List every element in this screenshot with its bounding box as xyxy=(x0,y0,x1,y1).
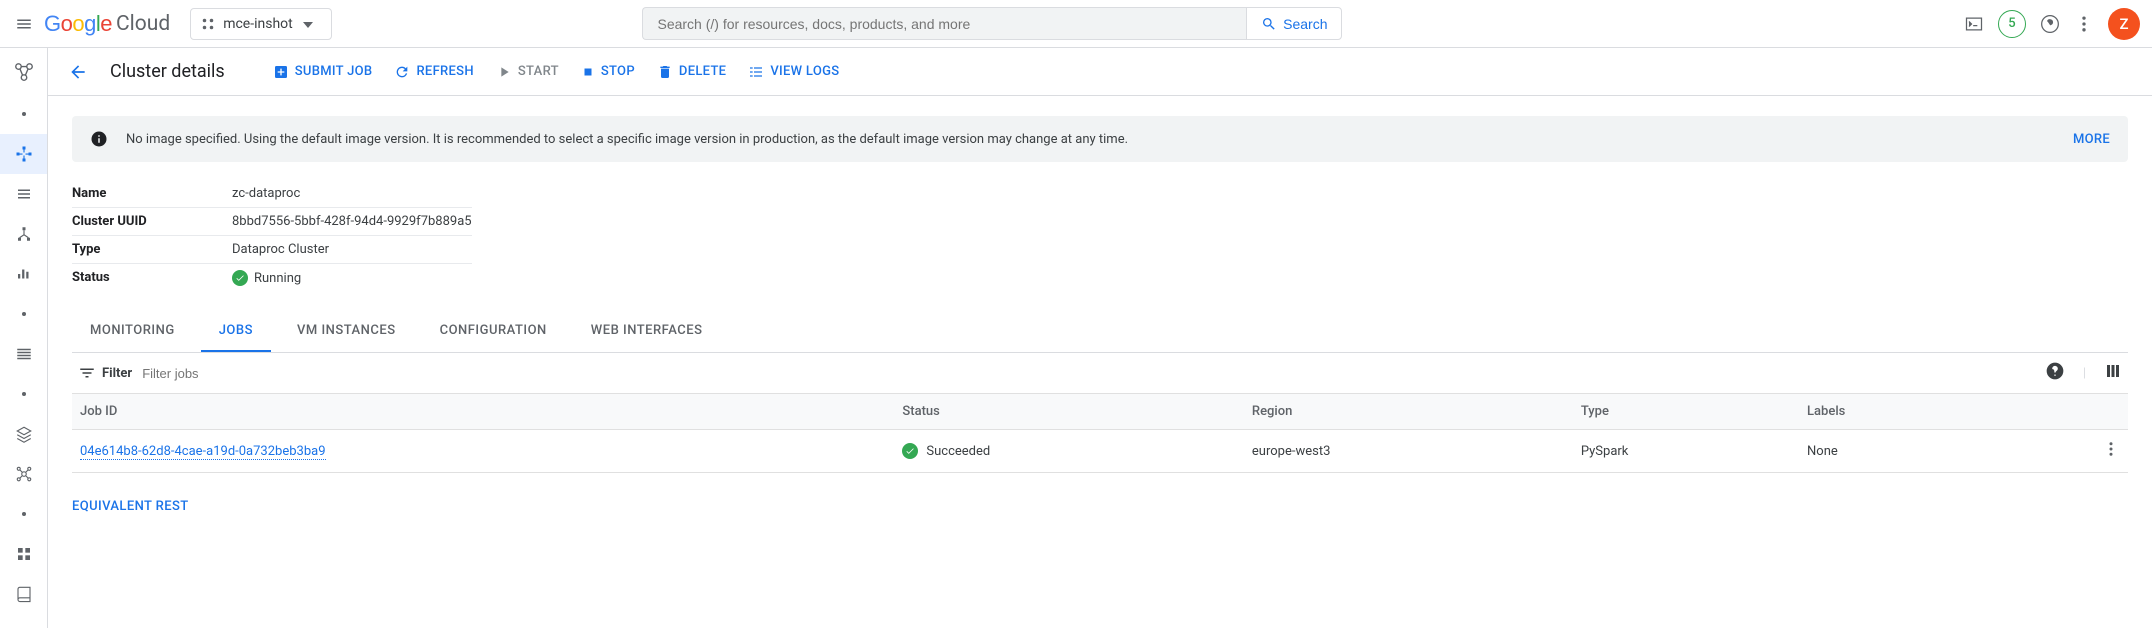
job-type: PySpark xyxy=(1573,430,1799,473)
job-labels: None xyxy=(1799,430,2094,473)
info-icon xyxy=(90,130,108,148)
hamburger-menu-icon[interactable] xyxy=(12,12,36,36)
submit-job-button[interactable]: SUBMIT JOB xyxy=(273,64,373,80)
tab-monitoring[interactable]: MONITORING xyxy=(72,311,193,352)
job-id-link[interactable]: 04e614b8-62d8-4cae-a19d-0a732beb3ba9 xyxy=(80,444,326,460)
th-labels: Labels xyxy=(1799,394,2094,430)
check-circle-icon xyxy=(902,443,918,459)
row-more-icon[interactable] xyxy=(2094,430,2128,473)
cluster-details-table: Name zc-dataproc Cluster UUID 8bbd7556-5… xyxy=(72,180,2128,293)
rail-batches-icon[interactable] xyxy=(0,334,47,374)
delete-button[interactable]: DELETE xyxy=(657,64,726,80)
tab-jobs[interactable]: JOBS xyxy=(201,311,271,352)
list-icon xyxy=(748,64,764,80)
filter-icon xyxy=(78,364,96,382)
rail-divider-2 xyxy=(0,294,47,334)
filter-bar: Filter | xyxy=(72,353,2128,394)
th-status: Status xyxy=(894,394,1244,430)
view-logs-button[interactable]: VIEW LOGS xyxy=(748,64,839,80)
equivalent-rest-link[interactable]: EQUIVALENT REST xyxy=(72,499,2128,514)
detail-name-value: zc-dataproc xyxy=(232,186,300,201)
trial-credits-badge[interactable]: 5 xyxy=(1998,10,2026,38)
delete-icon xyxy=(657,64,673,80)
stop-button[interactable]: STOP xyxy=(581,64,635,79)
job-region: europe-west3 xyxy=(1244,430,1573,473)
stop-icon xyxy=(581,65,595,79)
jobs-table: Job ID Status Region Type Labels 04e614b… xyxy=(72,394,2128,473)
info-banner: No image specified. Using the default im… xyxy=(72,116,2128,162)
detail-name-label: Name xyxy=(72,186,232,201)
th-region: Region xyxy=(1244,394,1573,430)
rail-divider-3 xyxy=(0,374,47,414)
rail-autoscaling-icon[interactable] xyxy=(0,254,47,294)
rail-components-icon[interactable] xyxy=(0,534,47,574)
start-button[interactable]: START xyxy=(496,64,559,80)
rail-divider-4 xyxy=(0,494,47,534)
tab-vm-instances[interactable]: VM INSTANCES xyxy=(279,311,414,352)
banner-more-link[interactable]: MORE xyxy=(2073,132,2110,147)
chevron-down-icon xyxy=(303,16,321,32)
project-picker[interactable]: mce-inshot xyxy=(190,8,332,40)
page-header: Cluster details SUBMIT JOB REFRESH START… xyxy=(48,48,2152,96)
banner-text: No image specified. Using the default im… xyxy=(126,132,1128,147)
rail-divider xyxy=(0,94,47,134)
filter-label: Filter xyxy=(78,364,132,382)
detail-uuid-value: 8bbd7556-5bbf-428f-94d4-9929f7b889a5 xyxy=(232,214,472,229)
filter-input[interactable] xyxy=(142,366,2035,381)
detail-uuid-label: Cluster UUID xyxy=(72,214,232,229)
search-icon xyxy=(1261,16,1277,32)
top-header: Google Cloud mce-inshot Search 5 Z xyxy=(0,0,2152,48)
rail-jobs-icon[interactable] xyxy=(0,174,47,214)
back-arrow-icon[interactable] xyxy=(68,62,88,82)
plus-box-icon xyxy=(273,64,289,80)
table-row: 04e614b8-62d8-4cae-a19d-0a732beb3ba9 Suc… xyxy=(72,430,2128,473)
rail-clusters-icon[interactable] xyxy=(0,134,47,174)
play-icon xyxy=(496,64,512,80)
th-type: Type xyxy=(1573,394,1799,430)
dataproc-product-icon[interactable] xyxy=(0,50,47,94)
detail-type-value: Dataproc Cluster xyxy=(232,242,329,257)
search-button[interactable]: Search xyxy=(1246,7,1342,40)
rail-notebooks-icon[interactable] xyxy=(0,574,47,614)
job-status: Succeeded xyxy=(902,443,1236,459)
project-name: mce-inshot xyxy=(223,16,293,32)
refresh-icon xyxy=(394,64,410,80)
search-input[interactable] xyxy=(642,7,1246,40)
rail-workflows-icon[interactable] xyxy=(0,214,47,254)
refresh-button[interactable]: REFRESH xyxy=(394,64,473,80)
help-circle-icon[interactable] xyxy=(2045,361,2065,385)
page-title: Cluster details xyxy=(110,61,225,82)
columns-icon[interactable] xyxy=(2104,362,2122,384)
help-icon[interactable] xyxy=(2040,14,2060,34)
tab-web-interfaces[interactable]: WEB INTERFACES xyxy=(573,311,721,352)
check-circle-icon xyxy=(232,270,248,286)
left-nav-rail xyxy=(0,48,48,628)
th-job-id: Job ID xyxy=(72,394,894,430)
rail-federation-icon[interactable] xyxy=(0,454,47,494)
rail-metastore-icon[interactable] xyxy=(0,414,47,454)
detail-type-label: Type xyxy=(72,242,232,257)
cloud-shell-icon[interactable] xyxy=(1964,14,1984,34)
tab-configuration[interactable]: CONFIGURATION xyxy=(422,311,565,352)
search-container: Search xyxy=(642,7,1342,40)
google-cloud-logo[interactable]: Google Cloud xyxy=(44,11,170,37)
user-avatar[interactable]: Z xyxy=(2108,8,2140,40)
detail-status-label: Status xyxy=(72,270,232,287)
more-vert-icon[interactable] xyxy=(2074,14,2094,34)
status-running: Running xyxy=(232,270,301,286)
tabs: MONITORING JOBS VM INSTANCES CONFIGURATI… xyxy=(72,311,2128,353)
